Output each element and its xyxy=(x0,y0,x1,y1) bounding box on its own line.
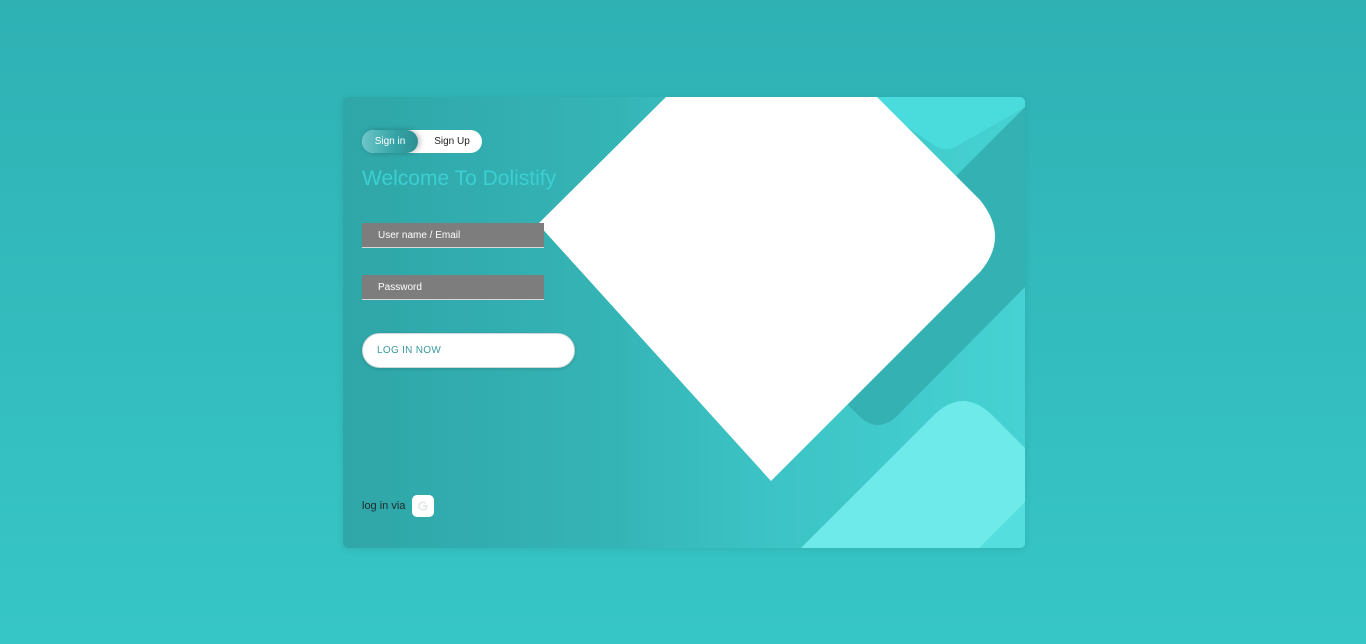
login-card: Sign in Sign Up Welcome To Dolistify LOG… xyxy=(343,97,1025,548)
auth-toggle: Sign in Sign Up xyxy=(362,130,482,153)
tab-sign-in[interactable]: Sign in xyxy=(362,130,418,153)
google-icon xyxy=(418,501,428,511)
welcome-heading: Welcome To Dolistify xyxy=(362,167,557,190)
background-decoration xyxy=(538,97,1025,548)
tab-sign-up[interactable]: Sign Up xyxy=(424,130,480,153)
username-email-input[interactable] xyxy=(362,223,544,248)
google-login-button[interactable] xyxy=(412,495,434,517)
password-input[interactable] xyxy=(362,275,544,300)
login-via-label: log in via xyxy=(362,500,406,512)
log-in-now-button[interactable]: LOG IN NOW xyxy=(362,333,575,368)
